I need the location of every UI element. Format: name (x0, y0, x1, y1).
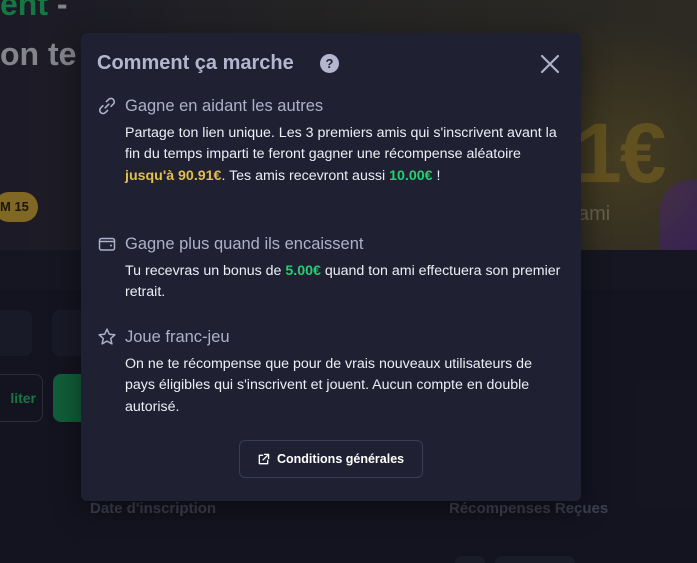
external-link-icon (258, 453, 270, 465)
section-text-part: . Tes amis recevront aussi (221, 167, 390, 184)
terms-conditions-button[interactable]: Conditions générales (239, 440, 423, 478)
section-heading: Gagne plus quand ils encaissent (125, 235, 364, 253)
section-text-part: Partage ton lien unique. Les 3 premiers … (125, 125, 557, 163)
modal-title: Comment ça marche (97, 52, 294, 74)
section-text: Tu recevras un bonus de 5.00€ quand ton … (125, 261, 565, 304)
section-text-part: ! (432, 167, 441, 184)
close-icon (540, 54, 560, 74)
max-reward-amount: jusqu'à 90.91€ (125, 167, 222, 184)
star-icon (98, 328, 116, 345)
wallet-icon (98, 237, 116, 251)
section-text: On ne te récompense que pour de vrais no… (125, 356, 532, 415)
friend-reward-amount: 10.00€ (389, 167, 433, 184)
section-text-part: Tu recevras un bonus de (125, 263, 286, 279)
terms-button-label: Conditions générales (277, 452, 405, 466)
section-text: Partage ton lien unique. Les 3 premiers … (125, 123, 565, 187)
close-button[interactable] (537, 51, 563, 77)
section-heading: Joue franc-jeu (125, 328, 230, 346)
withdraw-bonus-amount: 5.00€ (285, 263, 321, 279)
section-heading: Gagne en aidant les autres (125, 97, 324, 115)
help-icon[interactable]: ? (320, 54, 339, 73)
how-it-works-modal: Comment ça marche ? Gagne en aidant les … (81, 33, 581, 501)
link-icon (98, 97, 116, 115)
